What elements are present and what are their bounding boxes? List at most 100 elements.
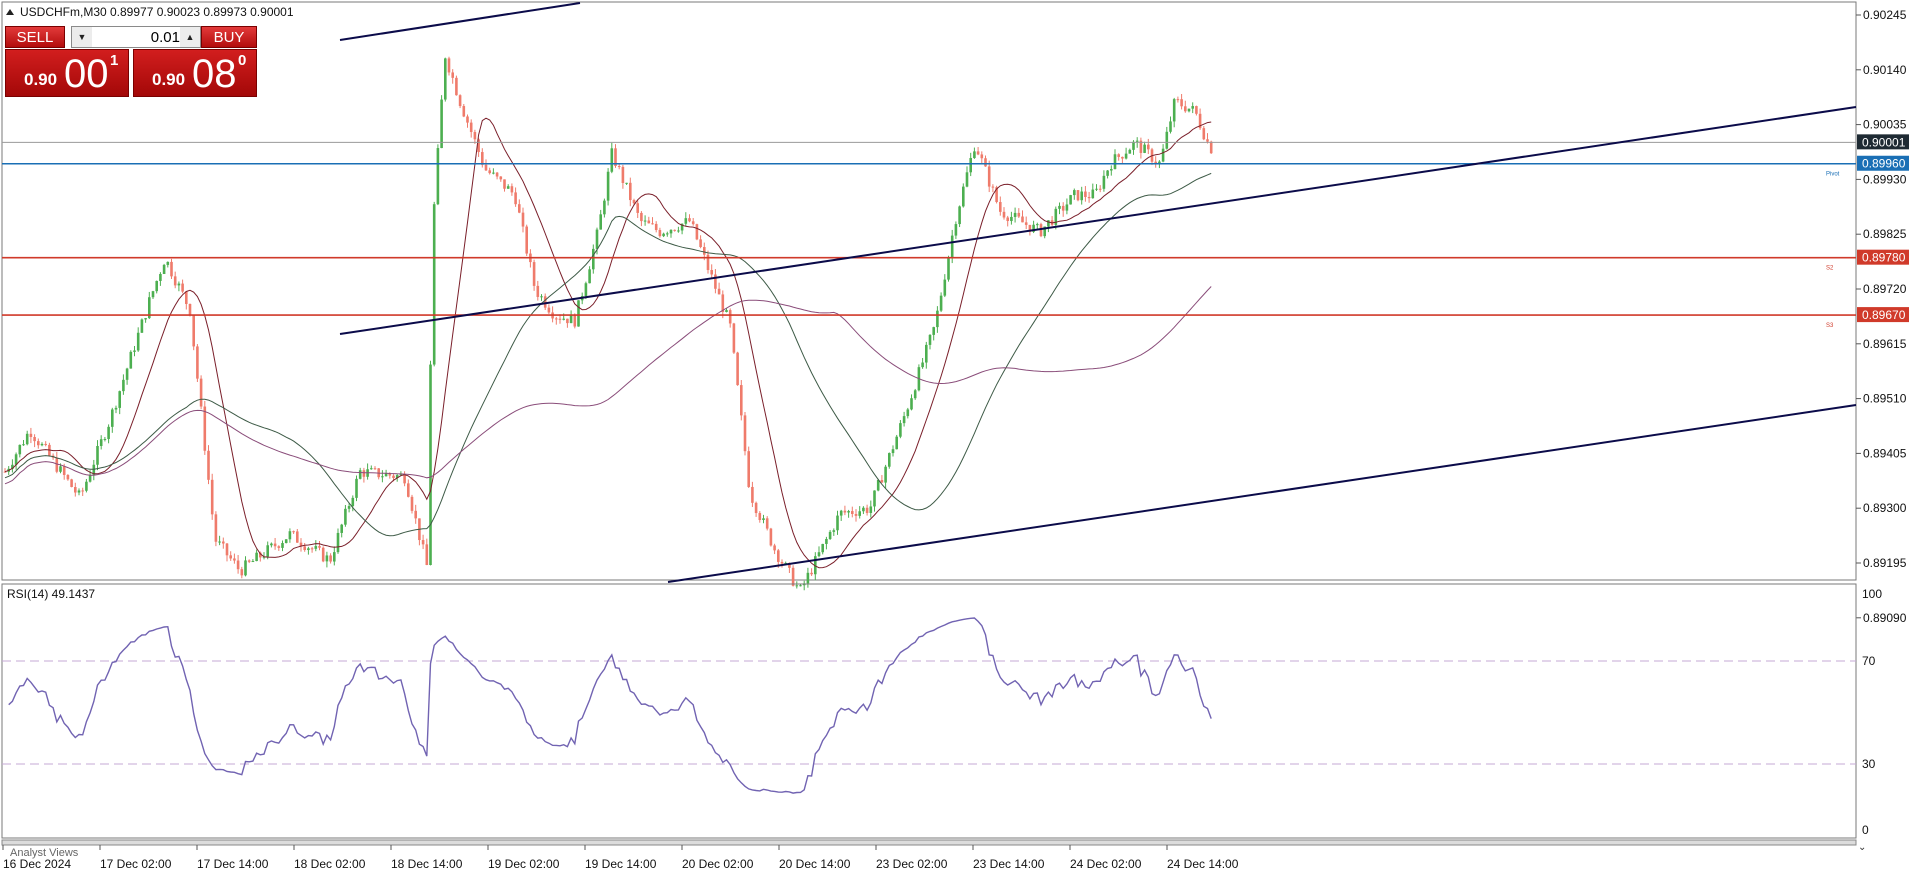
chart-background (0, 0, 1916, 874)
candle-body (296, 531, 299, 543)
candle-body (691, 221, 695, 225)
candle-body (947, 257, 950, 280)
candle-body (362, 470, 366, 477)
rsi-tick-30: 30 (1862, 757, 1876, 771)
current-price-tag-label: 0.90001 (1862, 135, 1906, 149)
candle-body (325, 555, 329, 562)
candle-body (1017, 212, 1021, 217)
time-tick-label: 16 Dec 2024 (3, 857, 71, 871)
candle-body (717, 288, 721, 295)
candle-body (747, 451, 750, 487)
candle-body (617, 166, 621, 168)
candle-body (991, 186, 995, 188)
candle-body (654, 223, 658, 231)
candle-body (895, 436, 898, 450)
sell-button[interactable]: SELL (5, 26, 65, 48)
price-tick-label: 0.89300 (1863, 501, 1907, 515)
price-tick-label: 0.89930 (1863, 172, 1907, 186)
candle-body (473, 132, 477, 140)
lot-decrease-icon[interactable]: ▼ (72, 27, 92, 47)
candle-body (22, 444, 25, 446)
candle-body (222, 541, 225, 544)
candle-body (495, 172, 499, 177)
candle-body (40, 443, 44, 446)
candle-body (666, 233, 669, 235)
candle-body (662, 233, 665, 237)
candle-body (133, 350, 136, 352)
lot-size-input[interactable] (94, 28, 182, 46)
candle-body (962, 186, 965, 207)
candle-body (451, 72, 454, 78)
candle-body (780, 561, 784, 564)
candle-body (447, 58, 451, 73)
candle-body (111, 409, 114, 427)
candle-body (695, 224, 699, 240)
candle-body (410, 496, 414, 511)
candle-body (969, 158, 972, 173)
lot-increase-icon[interactable]: ▲ (180, 27, 200, 47)
analyst-views-divider[interactable] (1, 839, 1857, 846)
candle-body (621, 166, 625, 183)
candle-body (987, 166, 991, 187)
candle-body (1106, 170, 1109, 176)
candle-body (140, 319, 144, 333)
candle-body (817, 552, 821, 557)
lot-size-field[interactable]: ▼ ▲ (71, 26, 201, 48)
candle-body (210, 479, 214, 515)
time-tick-label: 19 Dec 02:00 (488, 857, 560, 871)
time-tick-label: 24 Dec 14:00 (1167, 857, 1239, 871)
level-tag-label-pivot: 0.89960 (1862, 157, 1906, 171)
candle-body (281, 543, 284, 548)
buy-button[interactable]: BUY (201, 26, 257, 48)
candle-body (684, 218, 688, 224)
sell-price-box[interactable]: 0.90 00 1 (5, 49, 129, 97)
candle-body (632, 200, 636, 204)
candle-body (303, 546, 306, 551)
candle-body (558, 318, 562, 320)
candle-body (647, 220, 651, 224)
candle-body (355, 478, 358, 498)
candle-body (251, 561, 255, 563)
candle-body (1006, 217, 1009, 222)
candle-body (96, 445, 99, 465)
candle-body (725, 310, 728, 313)
candle-body (1069, 195, 1072, 205)
candle-body (192, 315, 195, 347)
candle-body (1195, 106, 1198, 114)
candle-body (1209, 141, 1213, 154)
candle-body (336, 532, 340, 553)
candle-body (33, 437, 36, 442)
candle-body (440, 99, 443, 149)
candle-body (536, 285, 540, 297)
candle-body (1124, 153, 1128, 159)
buy-price-box[interactable]: 0.90 08 0 (133, 49, 257, 97)
candle-body (884, 466, 887, 483)
candle-body (436, 148, 440, 205)
candle-body (1169, 121, 1172, 132)
candle-body (344, 508, 347, 525)
candle-body (99, 439, 103, 446)
candle-body (1036, 224, 1039, 226)
candle-body (1117, 154, 1120, 157)
candle-body (88, 474, 92, 482)
candle-body (606, 171, 610, 201)
candle-body (151, 291, 155, 298)
candle-body (229, 555, 232, 559)
time-tick-label: 19 Dec 14:00 (585, 857, 657, 871)
candle-body (514, 192, 517, 205)
scroll-down-icon[interactable]: ⌄ (1858, 842, 1866, 853)
level-name-s3: S3 (1826, 323, 1834, 329)
rsi-tick-0: 0 (1862, 823, 1869, 837)
candle-body (333, 552, 336, 562)
candle-body (1021, 216, 1024, 223)
candle-body (458, 95, 462, 107)
candle-body (754, 502, 758, 514)
chart-canvas[interactable]: Pivot S2 S3 USDCHFm,M30 0.89977 0.90023 0.… (0, 0, 1916, 874)
candle-body (736, 352, 739, 386)
candle-body (314, 546, 318, 549)
candle-body (906, 409, 910, 417)
time-tick-label: 24 Dec 02:00 (1070, 857, 1142, 871)
candle-body (77, 490, 81, 493)
level-name-s2: S2 (1826, 266, 1834, 272)
candle-body (588, 269, 591, 284)
